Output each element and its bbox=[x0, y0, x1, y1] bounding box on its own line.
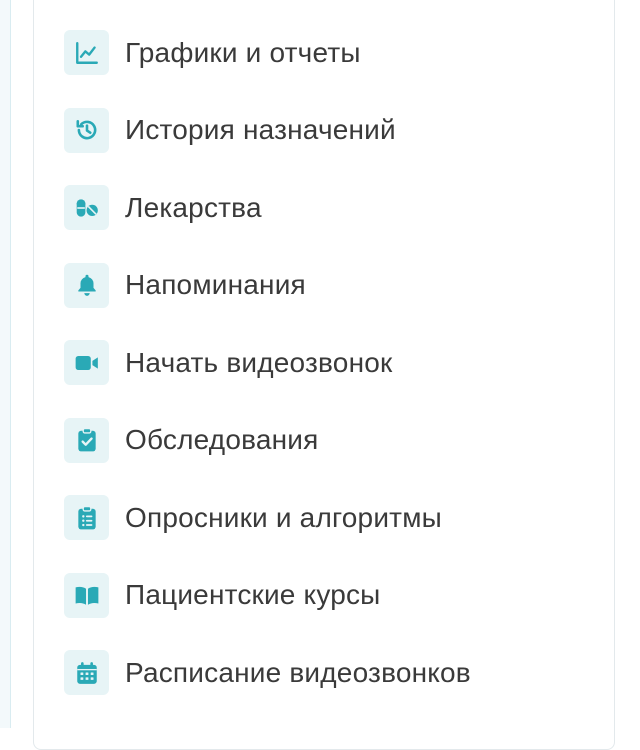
bell-icon bbox=[64, 262, 109, 308]
menu-item-label: История назначений bbox=[125, 114, 396, 146]
open-book-icon bbox=[64, 572, 109, 618]
menu-item-prescription-history[interactable]: История назначений bbox=[64, 92, 604, 170]
side-menu: Графики и отчеты История назначений Лека… bbox=[64, 14, 604, 712]
clipboard-list-icon bbox=[64, 495, 109, 541]
menu-item-questionnaires[interactable]: Опросники и алгоритмы bbox=[64, 479, 604, 557]
left-edge-strip bbox=[0, 0, 11, 728]
menu-item-label: Опросники и алгоритмы bbox=[125, 501, 442, 533]
menu-item-start-video-call[interactable]: Начать видеозвонок bbox=[64, 324, 604, 402]
menu-item-label: Пациентские курсы bbox=[125, 579, 381, 611]
history-icon bbox=[64, 107, 109, 153]
menu-item-label: Начать видеозвонок bbox=[125, 346, 393, 378]
line-chart-icon bbox=[64, 30, 109, 76]
menu-item-label: Графики и отчеты bbox=[125, 36, 361, 68]
clipboard-check-icon bbox=[64, 417, 109, 463]
menu-item-label: Лекарства bbox=[125, 191, 262, 223]
menu-item-medications[interactable]: Лекарства bbox=[64, 169, 604, 247]
menu-item-reminders[interactable]: Напоминания bbox=[64, 247, 604, 325]
menu-item-label: Обследования bbox=[125, 424, 319, 456]
menu-item-label: Напоминания bbox=[125, 269, 306, 301]
pills-icon bbox=[64, 185, 109, 231]
menu-item-examinations[interactable]: Обследования bbox=[64, 402, 604, 480]
calendar-icon bbox=[64, 650, 109, 696]
menu-item-patient-courses[interactable]: Пациентские курсы bbox=[64, 557, 604, 635]
menu-item-label: Расписание видеозвонков bbox=[125, 656, 471, 688]
video-camera-icon bbox=[64, 340, 109, 386]
menu-item-video-call-schedule[interactable]: Расписание видеозвонков bbox=[64, 634, 604, 712]
menu-item-charts-reports[interactable]: Графики и отчеты bbox=[64, 14, 604, 92]
